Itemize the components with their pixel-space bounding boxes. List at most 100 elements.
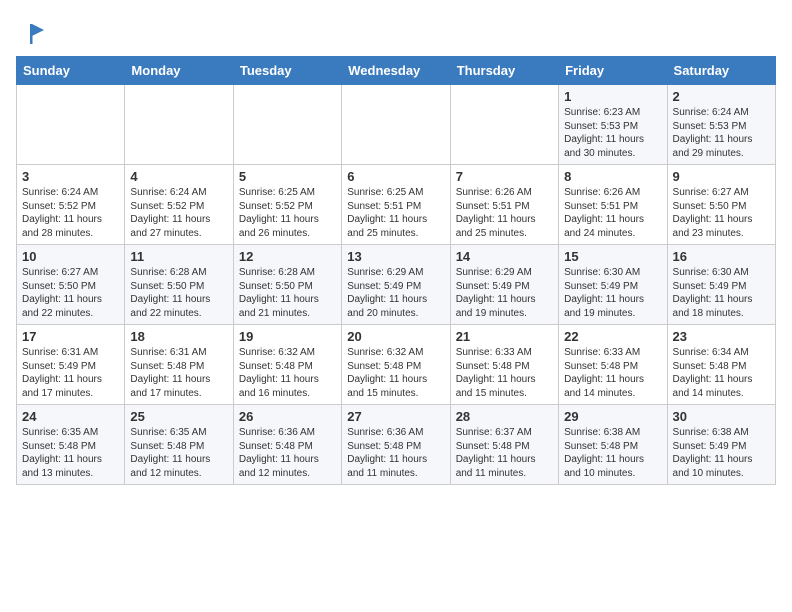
calendar-cell: 27 Sunrise: 6:36 AM Sunset: 5:48 PM Dayli… (342, 405, 450, 485)
calendar-cell (17, 85, 125, 165)
day-info: Sunrise: 6:25 AM Sunset: 5:52 PM Dayligh… (239, 186, 336, 240)
logo-flag-icon (18, 20, 46, 48)
day-info: Sunrise: 6:23 AM Sunset: 5:53 PM Dayligh… (564, 106, 661, 160)
calendar-cell: 19 Sunrise: 6:32 AM Sunset: 5:48 PM Dayli… (233, 325, 341, 405)
weekday-header-wednesday: Wednesday (342, 57, 450, 85)
calendar-cell: 8 Sunrise: 6:26 AM Sunset: 5:51 PM Daylig… (559, 165, 667, 245)
weekday-header-tuesday: Tuesday (233, 57, 341, 85)
day-number: 29 (564, 409, 661, 424)
calendar-cell (342, 85, 450, 165)
calendar-week-row: 10Sunrise: 6:27 AM Sunset: 5:50 PM Dayli… (17, 245, 776, 325)
day-number: 21 (456, 329, 553, 344)
calendar-cell: 13 Sunrise: 6:29 AM Sunset: 5:49 PM Dayli… (342, 245, 450, 325)
day-number: 22 (564, 329, 661, 344)
calendar-week-row: 3Sunrise: 6:24 AM Sunset: 5:52 PM Daylig… (17, 165, 776, 245)
calendar-cell: 24 Sunrise: 6:35 AM Sunset: 5:48 PM Dayli… (17, 405, 125, 485)
day-number: 16 (673, 249, 770, 264)
day-info: Sunrise: 6:26 AM Sunset: 5:51 PM Dayligh… (564, 186, 661, 240)
day-info: Sunrise: 6:24 AM Sunset: 5:52 PM Dayligh… (130, 186, 227, 240)
calendar-week-row: 17 Sunrise: 6:31 AM Sunset: 5:49 PM Dayli… (17, 325, 776, 405)
day-number: 27 (347, 409, 444, 424)
day-number: 11 (130, 249, 227, 264)
weekday-header-saturday: Saturday (667, 57, 775, 85)
day-info: Sunrise: 6:24 AM Sunset: 5:53 PM Dayligh… (673, 106, 770, 160)
calendar-cell: 25 Sunrise: 6:35 AM Sunset: 5:48 PM Dayli… (125, 405, 233, 485)
day-number: 8 (564, 169, 661, 184)
day-number: 13 (347, 249, 444, 264)
calendar-cell: 15 Sunrise: 6:30 AM Sunset: 5:49 PM Dayli… (559, 245, 667, 325)
weekday-header-monday: Monday (125, 57, 233, 85)
day-info: Sunrise: 6:30 AM Sunset: 5:49 PM Dayligh… (673, 266, 770, 320)
day-number: 17 (22, 329, 119, 344)
day-number: 20 (347, 329, 444, 344)
day-info: Sunrise: 6:32 AM Sunset: 5:48 PM Dayligh… (239, 346, 336, 400)
day-number: 15 (564, 249, 661, 264)
calendar-cell: 12 Sunrise: 6:28 AM Sunset: 5:50 PM Dayli… (233, 245, 341, 325)
day-number: 26 (239, 409, 336, 424)
day-info: Sunrise: 6:30 AM Sunset: 5:49 PM Dayligh… (564, 266, 661, 320)
day-number: 4 (130, 169, 227, 184)
calendar-cell (233, 85, 341, 165)
day-number: 6 (347, 169, 444, 184)
header (16, 16, 776, 48)
calendar-cell: 10Sunrise: 6:27 AM Sunset: 5:50 PM Dayli… (17, 245, 125, 325)
calendar-cell: 18 Sunrise: 6:31 AM Sunset: 5:48 PM Dayli… (125, 325, 233, 405)
day-info: Sunrise: 6:32 AM Sunset: 5:48 PM Dayligh… (347, 346, 444, 400)
calendar-cell: 2 Sunrise: 6:24 AM Sunset: 5:53 PM Daylig… (667, 85, 775, 165)
day-info: Sunrise: 6:38 AM Sunset: 5:49 PM Dayligh… (673, 426, 770, 480)
day-info: Sunrise: 6:31 AM Sunset: 5:48 PM Dayligh… (130, 346, 227, 400)
weekday-header-sunday: Sunday (17, 57, 125, 85)
day-number: 2 (673, 89, 770, 104)
day-info: Sunrise: 6:24 AM Sunset: 5:52 PM Dayligh… (22, 186, 119, 240)
day-info: Sunrise: 6:34 AM Sunset: 5:48 PM Dayligh… (673, 346, 770, 400)
calendar-cell (450, 85, 558, 165)
calendar-cell: 20 Sunrise: 6:32 AM Sunset: 5:48 PM Dayli… (342, 325, 450, 405)
calendar-cell: 14Sunrise: 6:29 AM Sunset: 5:49 PM Dayli… (450, 245, 558, 325)
day-number: 23 (673, 329, 770, 344)
day-info: Sunrise: 6:27 AM Sunset: 5:50 PM Dayligh… (673, 186, 770, 240)
calendar-table: SundayMondayTuesdayWednesdayThursdayFrid… (16, 56, 776, 485)
logo (16, 20, 46, 48)
day-info: Sunrise: 6:29 AM Sunset: 5:49 PM Dayligh… (456, 266, 553, 320)
day-info: Sunrise: 6:37 AM Sunset: 5:48 PM Dayligh… (456, 426, 553, 480)
day-info: Sunrise: 6:33 AM Sunset: 5:48 PM Dayligh… (456, 346, 553, 400)
day-info: Sunrise: 6:31 AM Sunset: 5:49 PM Dayligh… (22, 346, 119, 400)
day-info: Sunrise: 6:35 AM Sunset: 5:48 PM Dayligh… (130, 426, 227, 480)
day-number: 28 (456, 409, 553, 424)
day-info: Sunrise: 6:33 AM Sunset: 5:48 PM Dayligh… (564, 346, 661, 400)
calendar-body: 1 Sunrise: 6:23 AM Sunset: 5:53 PM Daylig… (17, 85, 776, 485)
calendar-cell: 1 Sunrise: 6:23 AM Sunset: 5:53 PM Daylig… (559, 85, 667, 165)
day-info: Sunrise: 6:25 AM Sunset: 5:51 PM Dayligh… (347, 186, 444, 240)
day-number: 19 (239, 329, 336, 344)
calendar-cell: 6 Sunrise: 6:25 AM Sunset: 5:51 PM Daylig… (342, 165, 450, 245)
day-number: 24 (22, 409, 119, 424)
calendar-header: SundayMondayTuesdayWednesdayThursdayFrid… (17, 57, 776, 85)
day-number: 12 (239, 249, 336, 264)
day-info: Sunrise: 6:35 AM Sunset: 5:48 PM Dayligh… (22, 426, 119, 480)
calendar-cell: 23 Sunrise: 6:34 AM Sunset: 5:48 PM Dayli… (667, 325, 775, 405)
day-info: Sunrise: 6:36 AM Sunset: 5:48 PM Dayligh… (239, 426, 336, 480)
calendar-cell: 9Sunrise: 6:27 AM Sunset: 5:50 PM Daylig… (667, 165, 775, 245)
day-number: 25 (130, 409, 227, 424)
weekday-header-row: SundayMondayTuesdayWednesdayThursdayFrid… (17, 57, 776, 85)
day-info: Sunrise: 6:28 AM Sunset: 5:50 PM Dayligh… (130, 266, 227, 320)
calendar-cell: 30 Sunrise: 6:38 AM Sunset: 5:49 PM Dayli… (667, 405, 775, 485)
calendar-cell (125, 85, 233, 165)
calendar-cell: 29 Sunrise: 6:38 AM Sunset: 5:48 PM Dayli… (559, 405, 667, 485)
day-number: 10 (22, 249, 119, 264)
day-info: Sunrise: 6:36 AM Sunset: 5:48 PM Dayligh… (347, 426, 444, 480)
calendar-week-row: 1 Sunrise: 6:23 AM Sunset: 5:53 PM Daylig… (17, 85, 776, 165)
calendar-week-row: 24 Sunrise: 6:35 AM Sunset: 5:48 PM Dayli… (17, 405, 776, 485)
day-info: Sunrise: 6:28 AM Sunset: 5:50 PM Dayligh… (239, 266, 336, 320)
calendar-cell: 21 Sunrise: 6:33 AM Sunset: 5:48 PM Dayli… (450, 325, 558, 405)
calendar-cell: 11 Sunrise: 6:28 AM Sunset: 5:50 PM Dayli… (125, 245, 233, 325)
calendar-cell: 28 Sunrise: 6:37 AM Sunset: 5:48 PM Dayli… (450, 405, 558, 485)
day-number: 30 (673, 409, 770, 424)
day-number: 18 (130, 329, 227, 344)
calendar-cell: 5Sunrise: 6:25 AM Sunset: 5:52 PM Daylig… (233, 165, 341, 245)
day-number: 1 (564, 89, 661, 104)
calendar-cell: 22 Sunrise: 6:33 AM Sunset: 5:48 PM Dayli… (559, 325, 667, 405)
day-info: Sunrise: 6:29 AM Sunset: 5:49 PM Dayligh… (347, 266, 444, 320)
day-info: Sunrise: 6:38 AM Sunset: 5:48 PM Dayligh… (564, 426, 661, 480)
weekday-header-thursday: Thursday (450, 57, 558, 85)
